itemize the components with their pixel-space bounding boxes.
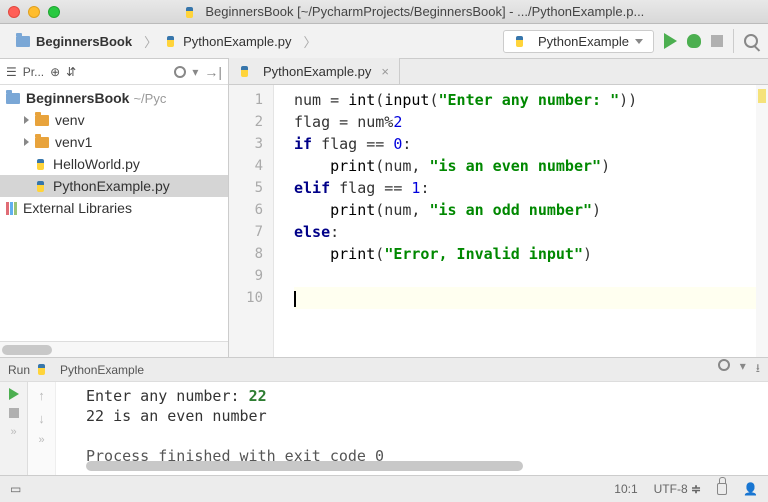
zoom-window-button[interactable] bbox=[48, 6, 60, 18]
minimize-window-button[interactable] bbox=[28, 6, 40, 18]
folder-icon bbox=[35, 137, 49, 148]
editor: PythonExample.py × 123 456 789 10 num = … bbox=[229, 59, 768, 357]
chevron-down-icon bbox=[635, 39, 643, 44]
pycharm-icon bbox=[184, 5, 198, 19]
code-area[interactable]: num = int(input("Enter any number: ")) f… bbox=[274, 85, 768, 357]
caret-position[interactable]: 10:1 bbox=[614, 482, 637, 496]
python-file-icon bbox=[35, 157, 49, 171]
tree-external-libraries[interactable]: External Libraries bbox=[0, 197, 228, 219]
marker-stripe[interactable] bbox=[756, 85, 768, 357]
text-cursor bbox=[294, 291, 296, 307]
collapse-icon[interactable]: ⇵ bbox=[66, 65, 76, 79]
line-gutter[interactable]: 123 456 789 10 bbox=[229, 85, 274, 357]
folder-icon bbox=[35, 115, 49, 126]
python-file-icon bbox=[514, 34, 528, 48]
inspector-icon[interactable]: 👤 bbox=[743, 482, 758, 496]
sidebar-header: ☰ Pr... ⊕ ⇵ ▾ →| bbox=[0, 59, 228, 85]
python-file-icon bbox=[35, 179, 49, 193]
python-file-icon bbox=[239, 64, 253, 78]
run-toolbar-secondary: ↑ ↓ » bbox=[28, 382, 56, 475]
project-tree[interactable]: BeginnersBook ~/Pyc venv venv1 HelloWorl… bbox=[0, 85, 228, 341]
close-window-button[interactable] bbox=[8, 6, 20, 18]
warning-marker[interactable] bbox=[758, 89, 766, 103]
gear-icon[interactable] bbox=[174, 66, 186, 78]
more-actions[interactable]: » bbox=[38, 434, 44, 446]
breadcrumb-file[interactable]: PythonExample.py bbox=[159, 32, 297, 51]
download-icon[interactable]: ⭳ bbox=[756, 359, 760, 380]
rerun-button[interactable] bbox=[9, 388, 19, 400]
tree-root[interactable]: BeginnersBook ~/Pyc bbox=[0, 87, 228, 109]
more-actions[interactable]: » bbox=[10, 426, 16, 438]
breadcrumb-project[interactable]: BeginnersBook bbox=[10, 32, 138, 51]
close-tab-icon[interactable]: × bbox=[381, 64, 389, 79]
folder-icon bbox=[6, 93, 20, 104]
run-button[interactable] bbox=[664, 33, 677, 49]
project-sidebar: ☰ Pr... ⊕ ⇵ ▾ →| BeginnersBook ~/Pyc ven… bbox=[0, 59, 229, 357]
editor-tab-pythonexample[interactable]: PythonExample.py × bbox=[229, 58, 400, 84]
editor-tabs: PythonExample.py × bbox=[229, 59, 768, 85]
status-icon[interactable]: ▭ bbox=[10, 482, 21, 496]
expand-icon[interactable] bbox=[24, 116, 29, 124]
breadcrumb-separator: 〉 bbox=[304, 32, 317, 51]
run-panel: Run PythonExample ▾ ⭳ » ↑ ↓ » Enter any … bbox=[0, 357, 768, 475]
up-icon[interactable]: ↑ bbox=[38, 388, 45, 403]
more-icon[interactable]: ▾ bbox=[740, 359, 746, 380]
divider bbox=[733, 29, 734, 53]
folder-icon bbox=[16, 36, 30, 47]
target-icon[interactable]: ⊕ bbox=[50, 65, 60, 79]
tree-item-venv1[interactable]: venv1 bbox=[0, 131, 228, 153]
stop-button[interactable] bbox=[711, 35, 723, 47]
scrollbar-thumb[interactable] bbox=[86, 461, 523, 471]
console-output[interactable]: Enter any number: 22 22 is an even numbe… bbox=[56, 382, 768, 475]
window-title: BeginnersBook [~/PycharmProjects/Beginne… bbox=[68, 4, 760, 20]
hide-icon[interactable]: →| bbox=[204, 64, 222, 80]
search-icon[interactable] bbox=[744, 34, 758, 48]
tree-item-helloworld[interactable]: HelloWorld.py bbox=[0, 153, 228, 175]
titlebar: BeginnersBook [~/PycharmProjects/Beginne… bbox=[0, 0, 768, 24]
stop-run-button[interactable] bbox=[9, 408, 19, 418]
navigation-bar: BeginnersBook 〉 PythonExample.py 〉 Pytho… bbox=[0, 24, 768, 59]
tree-item-venv[interactable]: venv bbox=[0, 109, 228, 131]
python-file-icon bbox=[165, 34, 179, 48]
sidebar-title[interactable]: Pr... bbox=[23, 65, 44, 79]
sidebar-scrollbar[interactable] bbox=[0, 341, 228, 357]
down-icon[interactable]: ↓ bbox=[38, 411, 45, 426]
more-icon[interactable]: ▾ bbox=[192, 65, 198, 79]
breadcrumb-separator: 〉 bbox=[144, 32, 157, 51]
encoding-selector[interactable]: UTF-8 ≑ bbox=[654, 482, 701, 496]
run-panel-header[interactable]: Run PythonExample ▾ ⭳ bbox=[0, 358, 768, 382]
gear-icon[interactable] bbox=[718, 359, 730, 371]
scrollbar-thumb[interactable] bbox=[2, 345, 52, 355]
python-file-icon bbox=[36, 363, 50, 377]
expand-icon[interactable] bbox=[24, 138, 29, 146]
debug-button[interactable] bbox=[687, 34, 701, 48]
run-config-selector[interactable]: PythonExample bbox=[503, 30, 654, 53]
status-bar: ▭ 10:1 UTF-8 ≑ 👤 bbox=[0, 475, 768, 502]
run-toolbar: » bbox=[0, 382, 28, 475]
lock-icon[interactable] bbox=[717, 483, 727, 495]
tree-item-pythonexample[interactable]: PythonExample.py bbox=[0, 175, 228, 197]
library-icon bbox=[6, 202, 17, 215]
console-scrollbar[interactable] bbox=[86, 461, 758, 473]
